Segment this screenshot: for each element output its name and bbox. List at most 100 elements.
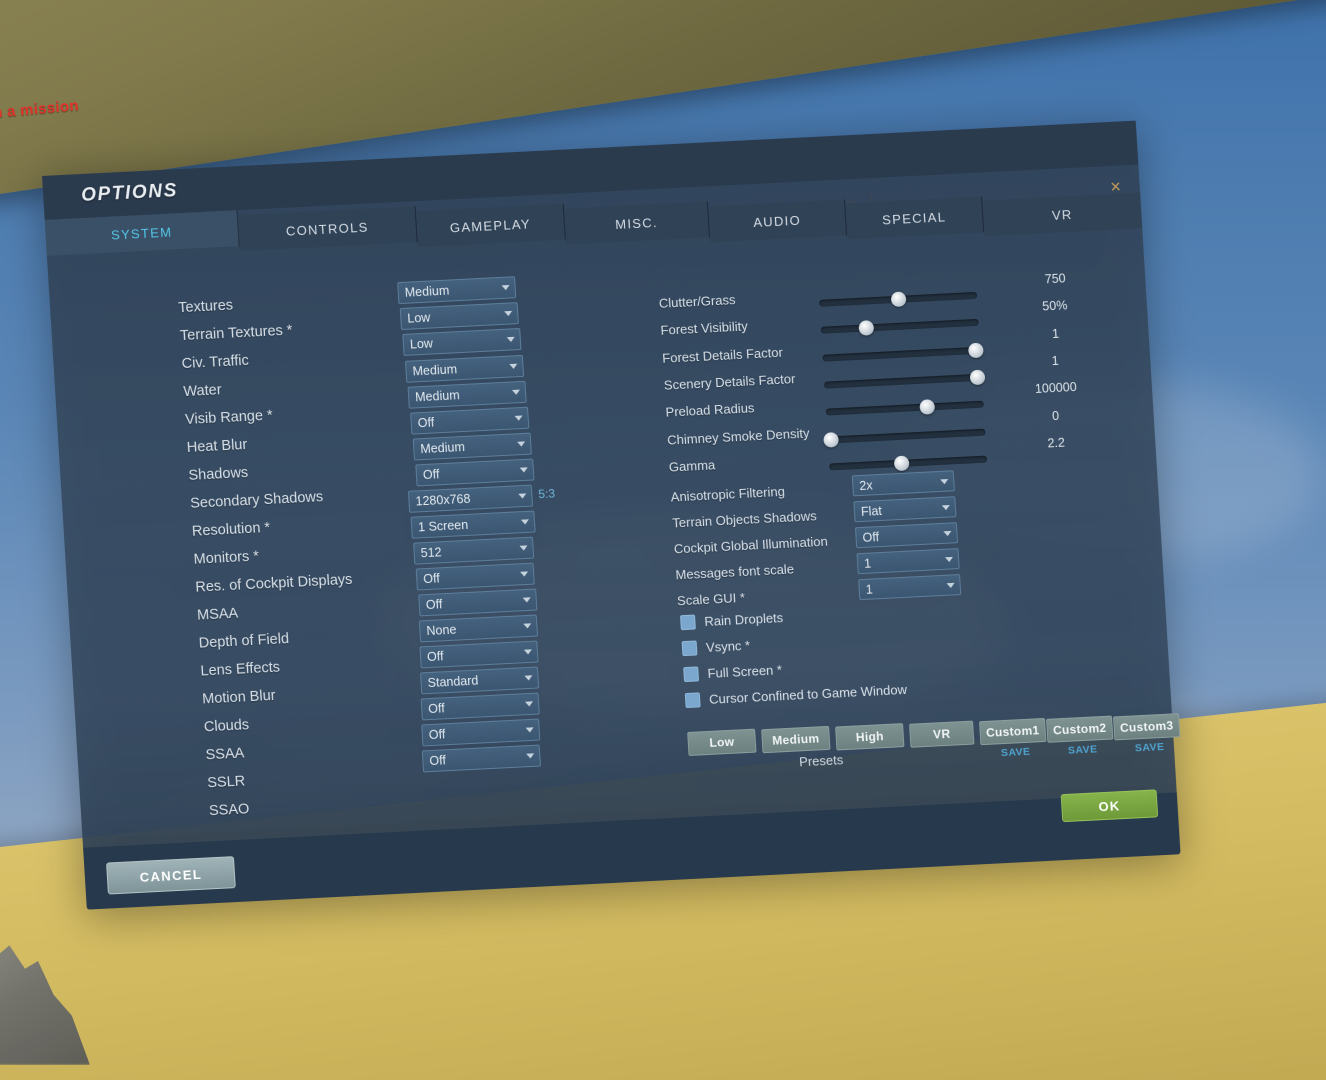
slider-knob[interactable]: [969, 369, 986, 386]
slider-label-chimney-smoke-density: Chimney Smoke Density: [666, 425, 810, 448]
chevron-down-icon: [519, 545, 528, 551]
dropdown-terrain-objects-shadows[interactable]: Flat: [853, 496, 957, 523]
checkbox-row-full-screen[interactable]: Full Screen *: [683, 662, 782, 683]
setting-label-monitors: Monitors *: [193, 548, 260, 568]
save-link-custom3[interactable]: SAVE: [1135, 741, 1165, 754]
slider-scenery-details-factor[interactable]: [824, 369, 986, 389]
dropdown-terrain-textures[interactable]: Low: [399, 302, 519, 331]
chevron-down-icon: [519, 467, 528, 473]
dropdown-anisotropic-filtering[interactable]: 2x: [851, 470, 955, 497]
slider-knob[interactable]: [967, 342, 984, 359]
dropdown-cockpit-global-illumination[interactable]: Off: [854, 522, 959, 549]
slider-label-forest-details-factor: Forest Details Factor: [661, 344, 784, 366]
checkbox-label-rain-droplets: Rain Droplets: [703, 610, 784, 630]
dropdown-textures-value: Medium: [404, 283, 450, 300]
checkbox-row-vsync[interactable]: Vsync *: [681, 637, 751, 657]
dropdown-ssao[interactable]: Off: [421, 744, 541, 773]
slider-knob[interactable]: [893, 455, 910, 472]
label-cockpit-global-illumination: Cockpit Global Illumination: [673, 533, 829, 557]
dropdown-scale-gui-value: 1: [865, 581, 874, 597]
dropdown-terrain-textures-value: Low: [406, 310, 431, 326]
slider-label-forest-visibility: Forest Visibility: [660, 318, 749, 338]
setting-label-civ-traffic: Civ. Traffic: [181, 352, 250, 373]
slider-clutter-grass[interactable]: [819, 291, 978, 308]
dropdown-ssaa[interactable]: Off: [420, 692, 540, 721]
preset-button-vr[interactable]: VR: [909, 720, 975, 748]
dropdown-monitors[interactable]: 1 Screen: [410, 510, 536, 539]
cancel-button[interactable]: CANCEL: [106, 856, 236, 895]
slider-gamma[interactable]: [829, 455, 988, 472]
chevron-down-icon: [509, 363, 518, 370]
dropdown-visib-range-value: Medium: [414, 388, 461, 405]
checkbox-cursor-confined[interactable]: [684, 692, 701, 709]
dropdown-msaa-value: Off: [422, 571, 441, 587]
close-icon[interactable]: ×: [1105, 176, 1126, 198]
slider-knob[interactable]: [890, 291, 907, 308]
setting-label-heat-blur: Heat Blur: [186, 436, 248, 456]
dropdown-civ-traffic[interactable]: Low: [402, 327, 522, 356]
slider-label-scenery-details-factor: Scenery Details Factor: [663, 371, 796, 393]
dropdown-motion-blur[interactable]: Off: [419, 640, 539, 669]
setting-label-secondary-shadows: Secondary Shadows: [189, 489, 324, 512]
dropdown-lens-effects-value: None: [426, 622, 457, 639]
slider-knob[interactable]: [822, 432, 839, 448]
slider-forest-details-factor[interactable]: [822, 342, 984, 362]
dropdown-textures[interactable]: Medium: [397, 276, 517, 305]
slider-forest-visibility[interactable]: [820, 318, 979, 336]
preset-button-custom3[interactable]: Custom3: [1112, 713, 1181, 741]
dropdown-monitors-value: 1 Screen: [417, 517, 469, 535]
dropdown-resolution[interactable]: 1280x768: [407, 484, 534, 513]
chevron-down-icon: [501, 284, 510, 291]
chevron-down-icon: [514, 415, 523, 421]
dropdown-water[interactable]: Medium: [404, 354, 525, 383]
slider-chimney-smoke-density[interactable]: [822, 428, 986, 448]
dropdown-depth-of-field[interactable]: Off: [418, 588, 538, 617]
label-terrain-objects-shadows: Terrain Objects Shadows: [671, 508, 818, 531]
checkbox-label-vsync: Vsync *: [705, 637, 751, 655]
slider-knob[interactable]: [858, 320, 875, 336]
checkbox-rain-droplets[interactable]: [680, 614, 696, 631]
chevron-down-icon: [522, 597, 531, 603]
setting-label-cockpit-displays: Res. of Cockpit Displays: [194, 571, 353, 596]
ok-button[interactable]: OK: [1060, 789, 1159, 823]
dropdown-shadows[interactable]: Medium: [412, 432, 532, 461]
chevron-down-icon: [526, 753, 535, 759]
dropdown-scale-gui[interactable]: 1: [858, 574, 962, 601]
chevron-down-icon: [946, 582, 955, 588]
dropdown-lens-effects[interactable]: None: [418, 614, 539, 643]
preset-button-high-label: High: [855, 729, 885, 745]
dropdown-heat-blur-value: Off: [417, 415, 435, 431]
dropdown-sslr[interactable]: Off: [421, 718, 541, 747]
preset-button-custom2[interactable]: Custom2: [1046, 715, 1114, 743]
slider-value-clutter-grass: 750: [1044, 271, 1067, 287]
dropdown-terrain-objects-shadows-value: Flat: [860, 503, 883, 519]
save-link-custom2[interactable]: SAVE: [1068, 743, 1098, 756]
slider-preload-radius[interactable]: [825, 399, 984, 416]
setting-label-lens-effects: Lens Effects: [200, 659, 281, 680]
chevron-down-icon: [520, 519, 530, 525]
preset-button-low-label: Low: [708, 734, 735, 750]
setting-label-textures: Textures: [177, 297, 234, 317]
dropdown-messages-font-scale[interactable]: 1: [856, 548, 960, 575]
dropdown-clouds[interactable]: Standard: [420, 666, 540, 695]
dropdown-msaa[interactable]: Off: [415, 562, 535, 591]
checkbox-row-rain-droplets[interactable]: Rain Droplets: [680, 610, 784, 631]
save-link-custom1[interactable]: SAVE: [1001, 746, 1031, 759]
checkbox-full-screen[interactable]: [683, 666, 700, 683]
label-anisotropic-filtering: Anisotropic Filtering: [670, 483, 786, 505]
graphics-settings-right-column: Clutter/Grass 750 Forest Visibility 50% …: [646, 202, 1175, 796]
dropdown-cockpit-displays[interactable]: 512: [413, 536, 535, 565]
checkbox-row-cursor-confined[interactable]: Cursor Confined to Game Window: [684, 682, 907, 709]
dropdown-cockpit-displays-value: 512: [420, 545, 443, 561]
label-messages-font-scale: Messages font scale: [675, 561, 795, 583]
slider-knob[interactable]: [918, 399, 935, 415]
dropdown-visib-range[interactable]: Medium: [407, 380, 527, 409]
preset-button-medium[interactable]: Medium: [761, 725, 831, 754]
checkbox-vsync[interactable]: [681, 640, 698, 657]
preset-button-low[interactable]: Low: [687, 728, 757, 756]
dropdown-heat-blur[interactable]: Off: [410, 406, 530, 435]
preset-button-custom1[interactable]: Custom1: [979, 717, 1047, 746]
slider-value-forest-visibility: 50%: [1041, 298, 1068, 314]
dropdown-secondary-shadows[interactable]: Off: [415, 458, 535, 487]
preset-button-high[interactable]: High: [835, 723, 905, 751]
